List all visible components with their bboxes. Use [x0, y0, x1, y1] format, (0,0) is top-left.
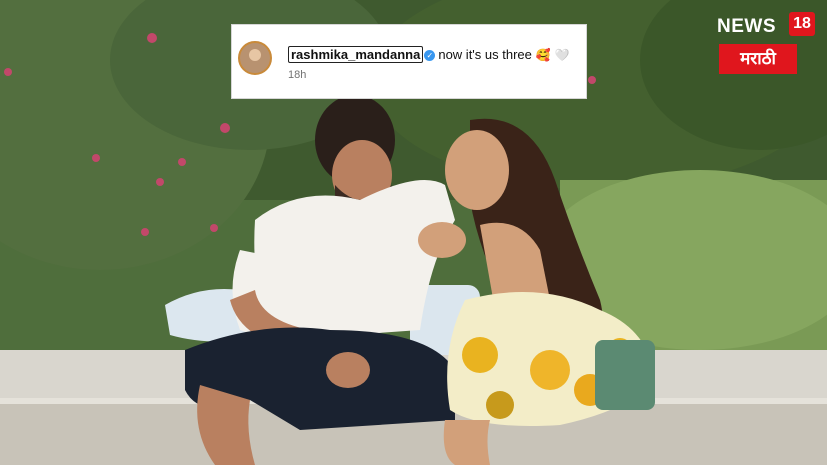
username-link[interactable]: rashmika_mandanna — [288, 46, 424, 63]
logo-18-badge: 18 — [789, 12, 815, 36]
comment-text: now it's us three — [438, 47, 532, 62]
profile-avatar[interactable] — [238, 41, 272, 75]
logo-marathi-text: मराठी — [719, 44, 797, 74]
verified-badge-icon: ✓ — [424, 50, 436, 62]
comment-card: rashmika_mandanna ✓ now it's us three 🥰 🤍 1… — [231, 24, 587, 99]
comment-timestamp: 18h — [288, 69, 307, 81]
comment-line: rashmika_mandanna ✓ now it's us three 🥰 🤍 — [288, 46, 570, 63]
channel-logo: NEWS 18 मराठी — [717, 12, 817, 82]
comment-emoji: 🥰 🤍 — [535, 48, 570, 62]
